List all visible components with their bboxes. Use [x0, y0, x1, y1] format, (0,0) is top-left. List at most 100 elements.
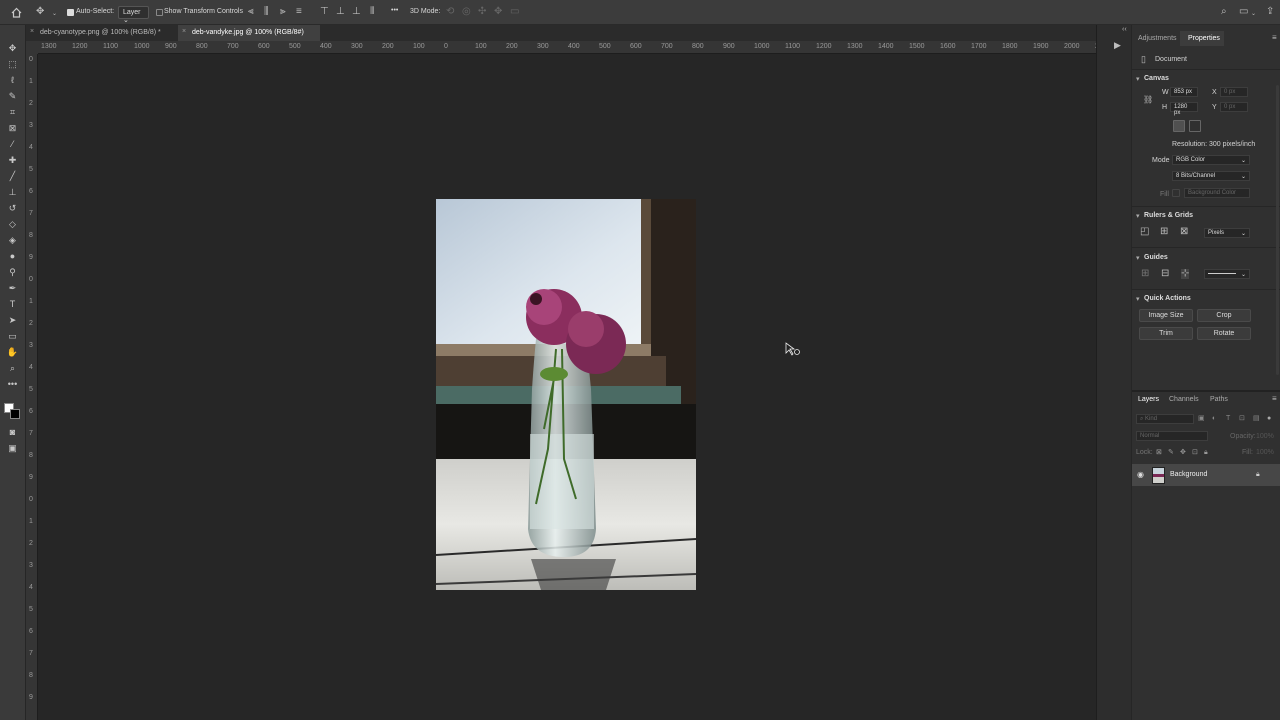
align-right-icon[interactable]: ⫸	[280, 7, 286, 17]
path-select-icon[interactable]: ➤	[6, 314, 19, 327]
mode-dropdown[interactable]: RGB Color ⌄	[1172, 155, 1250, 165]
move-tool-icon[interactable]: ✥	[36, 7, 44, 17]
link-icon[interactable]: ⛓	[1143, 95, 1153, 105]
tab-adjustments[interactable]: Adjustments	[1138, 35, 1177, 42]
3d-pan-icon[interactable]: ✣	[478, 7, 486, 17]
tab-channels[interactable]: Channels	[1169, 396, 1199, 403]
close-icon[interactable]: ×	[30, 28, 34, 35]
tab-vandyke[interactable]: × deb-vandyke.jpg @ 100% (RGB/8#)	[178, 25, 320, 41]
lock-pixels-icon[interactable]: ✎	[1168, 448, 1174, 458]
move-tool-icon[interactable]: ✥	[6, 42, 19, 55]
filter-adjust-icon[interactable]: ◐	[1212, 414, 1216, 424]
guides-smart-icon[interactable]: ⊹	[1181, 269, 1190, 279]
align-center-icon[interactable]: ⫼	[264, 7, 269, 17]
blur-tool-icon[interactable]: ●	[6, 250, 19, 263]
rotate-button[interactable]: Rotate	[1197, 327, 1251, 340]
eraser-tool-icon[interactable]: ◇	[6, 218, 19, 231]
align-top-icon[interactable]: ≡	[296, 7, 302, 17]
eye-icon[interactable]: ◉	[1137, 470, 1144, 480]
3d-roll-icon[interactable]: ◎	[462, 7, 471, 17]
fill-dropdown[interactable]: Background Color	[1184, 188, 1250, 198]
align-middle-icon[interactable]: ⊤	[320, 7, 329, 17]
paint-bucket-icon[interactable]: ◈	[6, 234, 19, 247]
filter-pixel-icon[interactable]: ▣	[1198, 414, 1205, 424]
3d-slide-icon[interactable]: ✥	[494, 7, 502, 17]
guide-style-dropdown[interactable]: ⌄	[1204, 269, 1250, 279]
height-field[interactable]: 1280 px	[1170, 102, 1198, 116]
rulers-grids-section-title[interactable]: Rulers & Grids	[1136, 212, 1193, 220]
history-brush-icon[interactable]: ↺	[6, 202, 19, 215]
lasso-tool-icon[interactable]: ℓ	[6, 74, 19, 87]
layer-row[interactable]: ◉ Background 🔒︎	[1132, 464, 1280, 486]
panel-scrollbar[interactable]	[1276, 85, 1279, 375]
units-dropdown[interactable]: Pixels ⌄	[1204, 228, 1250, 238]
panel-menu-icon[interactable]: ≡	[1272, 394, 1277, 404]
lock-all-icon[interactable]: 🔒︎	[1204, 448, 1208, 458]
3d-camera-icon[interactable]: ▭	[510, 7, 519, 17]
quick-mask-icon[interactable]: ◙	[6, 426, 19, 439]
pixel-grid-icon[interactable]: ⊠	[1180, 227, 1188, 237]
lock-artboard-icon[interactable]: ⊡	[1192, 448, 1198, 458]
document-image[interactable]	[436, 199, 696, 590]
image-size-button[interactable]: Image Size	[1139, 309, 1193, 322]
vertical-ruler[interactable]: 0 1 2 3 4 5 6 7 8 9 0 1 2 3 4 5 6 7 8 9 0 1 2 3 4 5 6 7 8 9	[26, 54, 38, 720]
panel-menu-icon[interactable]: ≡	[1272, 33, 1277, 43]
tab-cyanotype[interactable]: × deb-cyanotype.png @ 100% (RGB/8) *	[26, 25, 178, 41]
dodge-tool-icon[interactable]: ⚲	[6, 266, 19, 279]
type-tool-icon[interactable]: T	[6, 298, 19, 311]
crop-tool-icon[interactable]: ⌗	[6, 106, 19, 119]
ruler-toggle-icon[interactable]: ◰	[1140, 227, 1149, 237]
bits-dropdown[interactable]: 8 Bits/Channel ⌄	[1172, 171, 1250, 181]
color-swatches[interactable]	[4, 395, 22, 419]
quick-select-tool-icon[interactable]: ✎	[6, 90, 19, 103]
expand-panels-icon[interactable]: ‹‹	[1122, 25, 1127, 35]
guides-add-icon[interactable]: ⊟	[1161, 269, 1169, 279]
landscape-orientation-icon[interactable]	[1189, 120, 1201, 132]
background-color[interactable]	[10, 409, 20, 419]
filter-smart-icon[interactable]: ▤	[1253, 414, 1260, 424]
canvas-section-title[interactable]: Canvas	[1136, 75, 1169, 83]
ruler-corner[interactable]	[26, 41, 38, 54]
lock-position-icon[interactable]: ✥	[1180, 448, 1186, 458]
frame-tool-icon[interactable]: ⊠	[6, 122, 19, 135]
auto-select-dropdown[interactable]: Layer ⌄	[118, 6, 149, 24]
quick-actions-section-title[interactable]: Quick Actions	[1136, 295, 1191, 303]
y-field[interactable]: 0 px	[1220, 102, 1248, 112]
more-tools-icon[interactable]: •••	[6, 378, 19, 391]
align-bottom-icon[interactable]: ⊥	[352, 7, 361, 17]
guides-lock-icon[interactable]: ⊞	[1141, 269, 1149, 279]
guides-section-title[interactable]: Guides	[1136, 254, 1168, 262]
marquee-tool-icon[interactable]: ⬚	[6, 58, 19, 71]
zoom-tool-icon[interactable]: ⌕	[6, 362, 19, 375]
auto-select-checkbox[interactable]	[67, 9, 74, 16]
blend-mode-dropdown[interactable]: Normal	[1136, 431, 1208, 441]
filter-toggle-icon[interactable]: ●	[1267, 414, 1271, 424]
opacity-value[interactable]: 100%	[1256, 433, 1274, 440]
screen-mode-icon[interactable]: ▣	[6, 442, 19, 455]
share-icon[interactable]: ⇪	[1266, 7, 1274, 17]
grid-toggle-icon[interactable]: ⊞	[1160, 227, 1168, 237]
workspace-icon[interactable]: ▭	[1239, 7, 1248, 17]
stamp-tool-icon[interactable]: ⊥	[6, 186, 19, 199]
eyedropper-tool-icon[interactable]: ⁄	[6, 138, 19, 151]
tab-properties[interactable]: Properties	[1188, 35, 1220, 42]
portrait-orientation-icon[interactable]	[1173, 120, 1185, 132]
hand-tool-icon[interactable]: ✋	[6, 346, 19, 359]
home-icon[interactable]	[11, 7, 22, 21]
horizontal-ruler[interactable]: 1300 1200 1100 1000 900 800 700 600 500 400 300 200…	[38, 41, 1096, 54]
distribute-icon[interactable]: ⦀	[370, 7, 374, 17]
tab-layers[interactable]: Layers	[1138, 396, 1159, 403]
fill-swatch[interactable]	[1172, 189, 1180, 197]
search-icon[interactable]: ⌕	[1221, 7, 1227, 17]
play-icon[interactable]: ▶	[1114, 40, 1121, 50]
chevron-down-icon[interactable]: ⌄	[1251, 9, 1256, 19]
chevron-down-icon[interactable]: ⌄	[52, 9, 57, 19]
width-field[interactable]: 853 px	[1170, 87, 1198, 97]
close-icon[interactable]: ×	[182, 28, 186, 35]
lock-transparency-icon[interactable]: ⊠	[1156, 448, 1162, 458]
filter-type-icon[interactable]: T	[1226, 414, 1230, 424]
brush-tool-icon[interactable]: ╱	[6, 170, 19, 183]
trim-button[interactable]: Trim	[1139, 327, 1193, 340]
pen-tool-icon[interactable]: ✒	[6, 282, 19, 295]
filter-shape-icon[interactable]: ⊡	[1239, 414, 1245, 424]
